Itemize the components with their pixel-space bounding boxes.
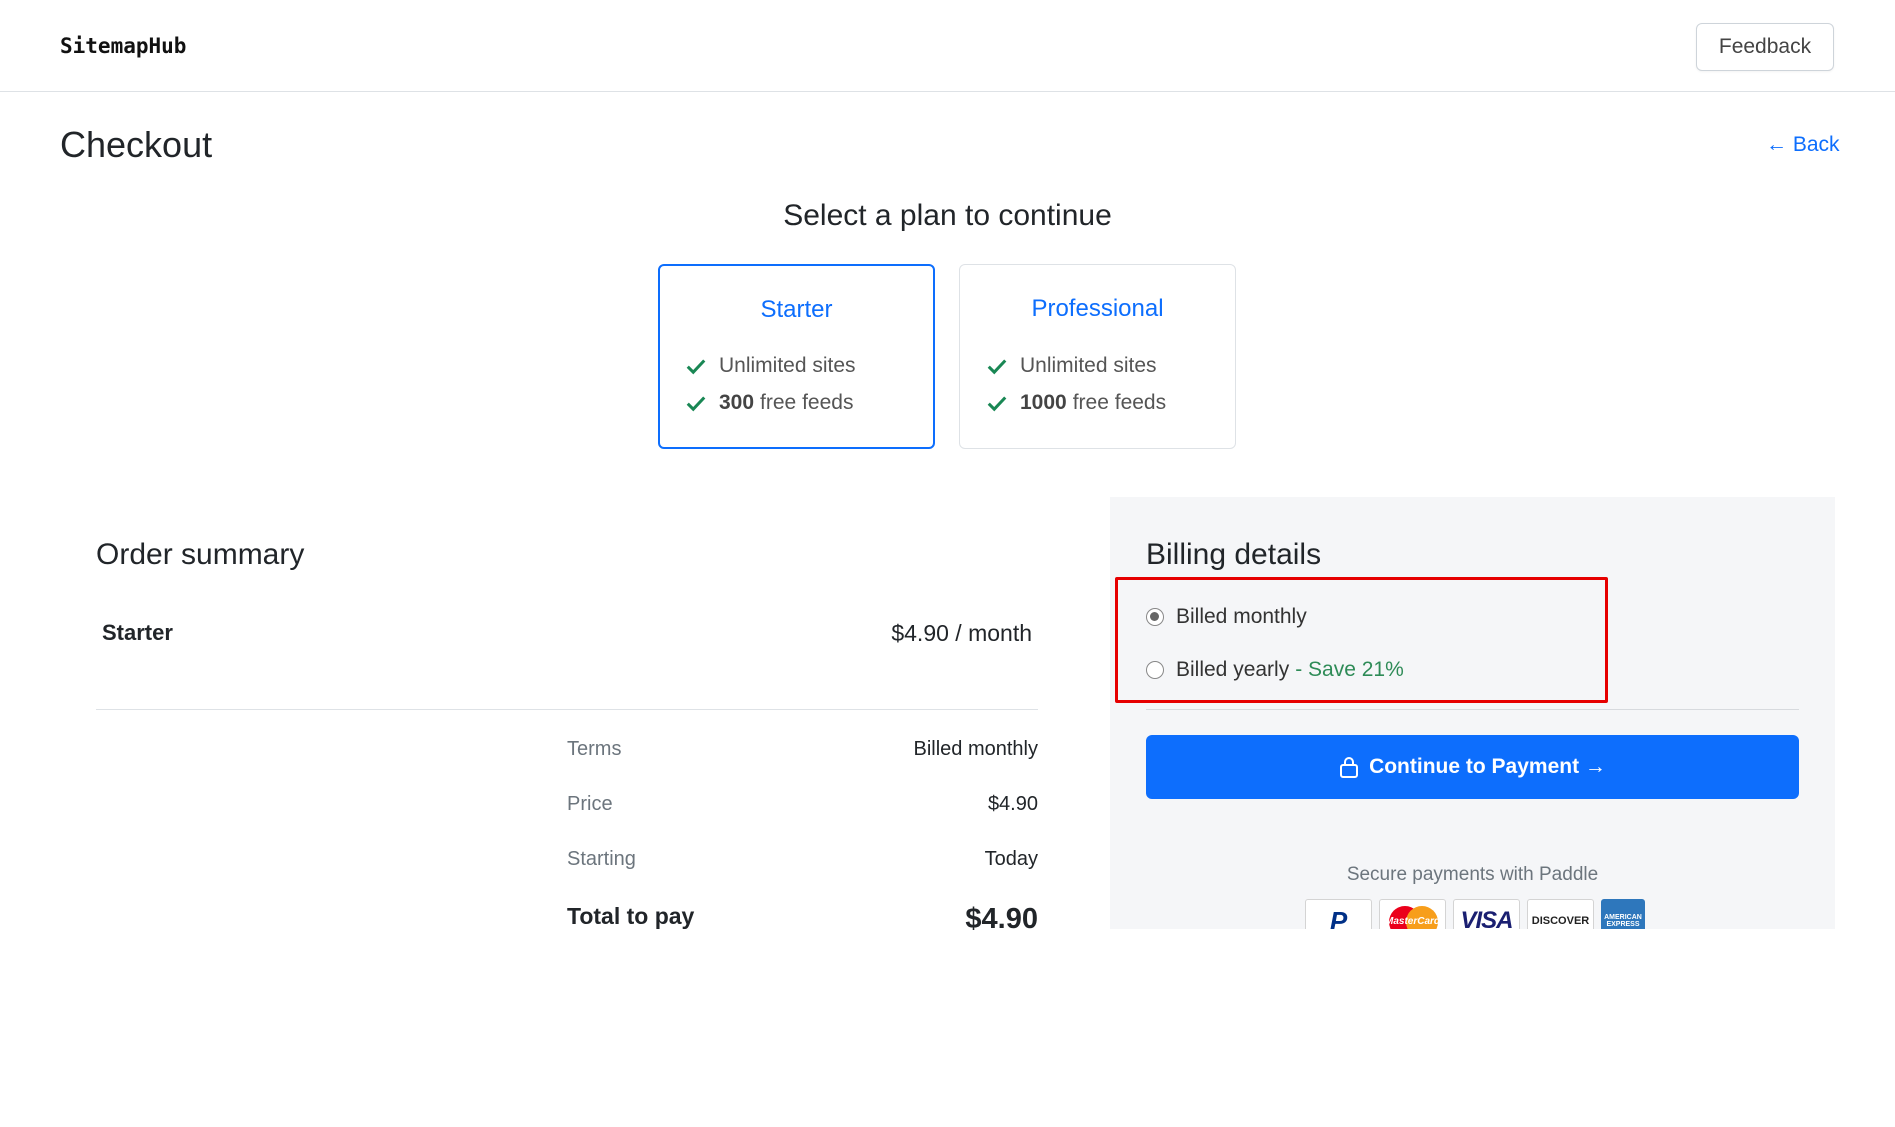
billed-monthly-label: Billed monthly — [1176, 605, 1307, 628]
plan-heading: Select a plan to continue — [783, 199, 1112, 232]
discover-logo: DISCOVER — [1527, 899, 1594, 929]
secure-payments-text: Secure payments with Paddle — [1346, 864, 1599, 885]
feature-text: Unlimited sites — [719, 354, 856, 377]
terms-value: Billed monthly — [913, 738, 1038, 760]
check-icon — [987, 396, 1007, 412]
brand-logo[interactable]: SitemapHub — [60, 34, 186, 58]
page-title: Checkout — [60, 124, 213, 165]
feedback-button[interactable]: Feedback — [1696, 23, 1834, 71]
plan-feature: Unlimited sites — [685, 351, 856, 381]
divider — [96, 709, 1038, 710]
mastercard-logo: MasterCard — [1379, 899, 1446, 929]
feature-count: 1000 — [1020, 391, 1067, 414]
total-value: $4.90 — [965, 903, 1038, 935]
plan-name: Professional — [1031, 295, 1164, 322]
feature-count: 300 — [719, 391, 755, 414]
paypal-logo: P — [1305, 899, 1372, 929]
order-summary-title: Order summary — [96, 538, 305, 571]
visa-logo: VISA — [1453, 899, 1520, 929]
price-label: Price — [567, 793, 613, 815]
billed-monthly-radio[interactable] — [1146, 608, 1164, 626]
check-icon — [686, 359, 706, 375]
billed-yearly-label: Billed yearly — [1176, 658, 1290, 681]
top-navbar: SitemapHub Feedback — [0, 0, 1895, 92]
price-value: $4.90 — [987, 793, 1038, 815]
continue-to-payment-button[interactable]: Continue to Payment → — [1146, 735, 1799, 799]
billed-yearly-option[interactable]: Billed yearly - Save 21% — [1146, 656, 1404, 684]
starting-value: Today — [984, 848, 1038, 870]
check-icon — [987, 359, 1007, 375]
save-badge: - Save 21% — [1295, 658, 1404, 681]
continue-to-payment-label: Continue to Payment → — [1369, 755, 1606, 778]
feature-text: Unlimited sites — [1020, 354, 1157, 377]
billed-yearly-radio[interactable] — [1146, 661, 1164, 679]
highlight-annotation — [1115, 577, 1608, 703]
plan-name: Starter — [760, 296, 833, 323]
feature-text: free feeds — [760, 391, 854, 414]
summary-plan-name: Starter — [102, 620, 173, 645]
billing-panel: Billing details Billed monthly Billed ye… — [1110, 497, 1835, 929]
plan-feature: 300 free feeds — [685, 388, 853, 418]
lock-icon — [1340, 757, 1359, 778]
amex-logo: AMERICAN EXPRESS — [1601, 899, 1645, 929]
check-icon — [686, 396, 706, 412]
starting-label: Starting — [567, 848, 636, 870]
plan-feature: Unlimited sites — [986, 351, 1157, 381]
billing-title: Billing details — [1146, 538, 1322, 571]
billed-monthly-option[interactable]: Billed monthly — [1146, 603, 1307, 631]
back-link[interactable]: ← Back — [1766, 133, 1840, 157]
card-logos: P MasterCard VISA DISCOVER AMERICAN EXPRE… — [1305, 899, 1645, 929]
divider — [1146, 709, 1799, 710]
terms-label: Terms — [567, 738, 622, 760]
summary-plan-price: $4.90 / month — [891, 620, 1032, 646]
feature-text: free feeds — [1072, 391, 1167, 414]
plan-feature: 1000 free feeds — [986, 388, 1166, 418]
total-label: Total to pay — [567, 903, 695, 929]
